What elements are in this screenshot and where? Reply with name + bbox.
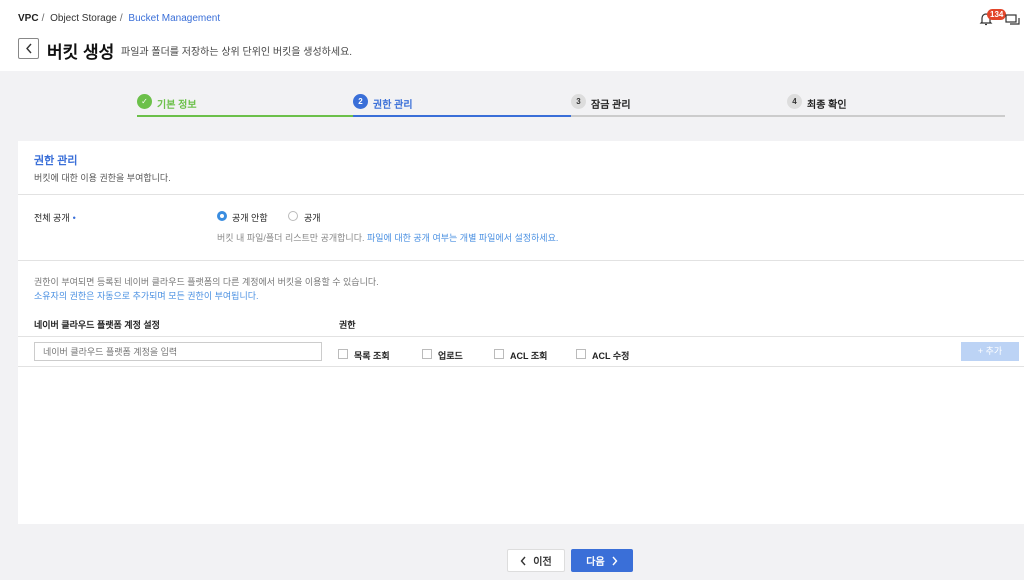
public-access-label: 전체 공개 • — [34, 211, 76, 224]
section-title: 권한 관리 — [34, 155, 78, 167]
info-text-owner: 소유자의 권한은 자동으로 추가되며 모든 권한이 부여됩니다. — [34, 291, 259, 301]
breadcrumb-item-object-storage[interactable]: Object Storage — [50, 13, 117, 24]
hint-text: 버킷 내 파일/폴더 리스트만 공개합니다. — [217, 233, 367, 243]
hint-text-emphasis: 파일에 대한 공개 여부는 개별 파일에서 설정하세요. — [366, 233, 559, 243]
divider — [18, 366, 1024, 367]
next-button-label: 다음 — [586, 557, 605, 568]
next-button[interactable]: 다음 — [571, 549, 633, 572]
step-permission[interactable]: 2 권한 관리 — [353, 90, 571, 118]
divider — [18, 194, 1024, 195]
divider — [18, 336, 1024, 337]
permission-panel — [18, 141, 1024, 524]
step-number: 3 — [571, 94, 586, 109]
page-title: 버킷 생성 — [47, 43, 115, 62]
divider — [18, 260, 1024, 261]
required-mark: • — [72, 213, 76, 223]
prev-button-label: 이전 — [533, 557, 552, 568]
checkbox-list-read[interactable] — [338, 349, 348, 359]
step-label: 최종 확인 — [807, 100, 847, 111]
public-access-label-text: 전체 공개 — [34, 213, 70, 223]
step-label: 기본 정보 — [157, 100, 197, 111]
stepper: ✓ 기본 정보 2 권한 관리 3 잠금 관리 4 최종 확인 — [137, 90, 1005, 118]
radio-not-public[interactable] — [217, 211, 227, 221]
step-number: 4 — [787, 94, 802, 109]
section-description: 버킷에 대한 이용 권한을 부여합니다. — [34, 173, 171, 183]
step-progress-bar — [571, 115, 787, 117]
prev-button[interactable]: 이전 — [507, 549, 565, 572]
page-subtitle: 파일과 폴더를 저장하는 상위 단위인 버킷을 생성하세요. — [121, 47, 353, 58]
step-basic-info[interactable]: ✓ 기본 정보 — [137, 90, 353, 118]
breadcrumb-separator: / — [119, 13, 123, 24]
radio-label-public[interactable]: 공개 — [304, 211, 321, 224]
column-header-account: 네이버 클라우드 플랫폼 계정 설정 — [34, 320, 160, 330]
checkbox-label-list-read[interactable]: 목록 조회 — [354, 349, 390, 362]
checkbox-acl-write[interactable] — [576, 349, 586, 359]
step-final[interactable]: 4 최종 확인 — [787, 90, 1005, 118]
chevron-left-icon — [25, 43, 32, 54]
checkbox-label-acl-write[interactable]: ACL 수정 — [592, 349, 629, 362]
step-lock[interactable]: 3 잠금 관리 — [571, 90, 787, 118]
public-access-hint: 버킷 내 파일/폴더 리스트만 공개합니다. 파일에 대한 공개 여부는 개별 … — [217, 231, 558, 244]
checkbox-acl-read[interactable] — [494, 349, 504, 359]
step-label: 잠금 관리 — [591, 100, 631, 111]
breadcrumb-separator: / — [41, 13, 45, 24]
step-label: 권한 관리 — [373, 100, 413, 111]
page-header — [0, 0, 1024, 71]
add-button[interactable]: + 추가 — [961, 342, 1019, 361]
info-text: 권한이 부여되면 등록된 네이버 클라우드 플랫폼의 다른 계정에서 버킷을 이… — [34, 277, 379, 287]
chevron-right-icon — [612, 556, 618, 565]
chevron-left-icon — [520, 556, 526, 565]
radio-label-not-public[interactable]: 공개 안함 — [232, 211, 268, 224]
checkbox-label-upload[interactable]: 업로드 — [438, 349, 463, 362]
breadcrumb: VPC / Object Storage / Bucket Management — [18, 13, 220, 24]
breadcrumb-item-vpc[interactable]: VPC — [18, 13, 39, 24]
breadcrumb-item-bucket-management[interactable]: Bucket Management — [128, 13, 220, 24]
notification-badge: 134 — [987, 9, 1007, 20]
column-header-permission: 권한 — [339, 320, 356, 330]
back-button[interactable] — [18, 38, 39, 59]
account-input[interactable] — [34, 342, 322, 361]
checkbox-label-acl-read[interactable]: ACL 조회 — [510, 349, 547, 362]
chat-icon[interactable] — [1005, 12, 1021, 28]
radio-public[interactable] — [288, 211, 298, 221]
step-progress-bar — [787, 115, 1005, 117]
check-icon: ✓ — [137, 94, 152, 109]
step-number: 2 — [353, 94, 368, 109]
step-progress-bar — [353, 115, 571, 117]
checkbox-upload[interactable] — [422, 349, 432, 359]
step-progress-bar — [137, 115, 353, 117]
